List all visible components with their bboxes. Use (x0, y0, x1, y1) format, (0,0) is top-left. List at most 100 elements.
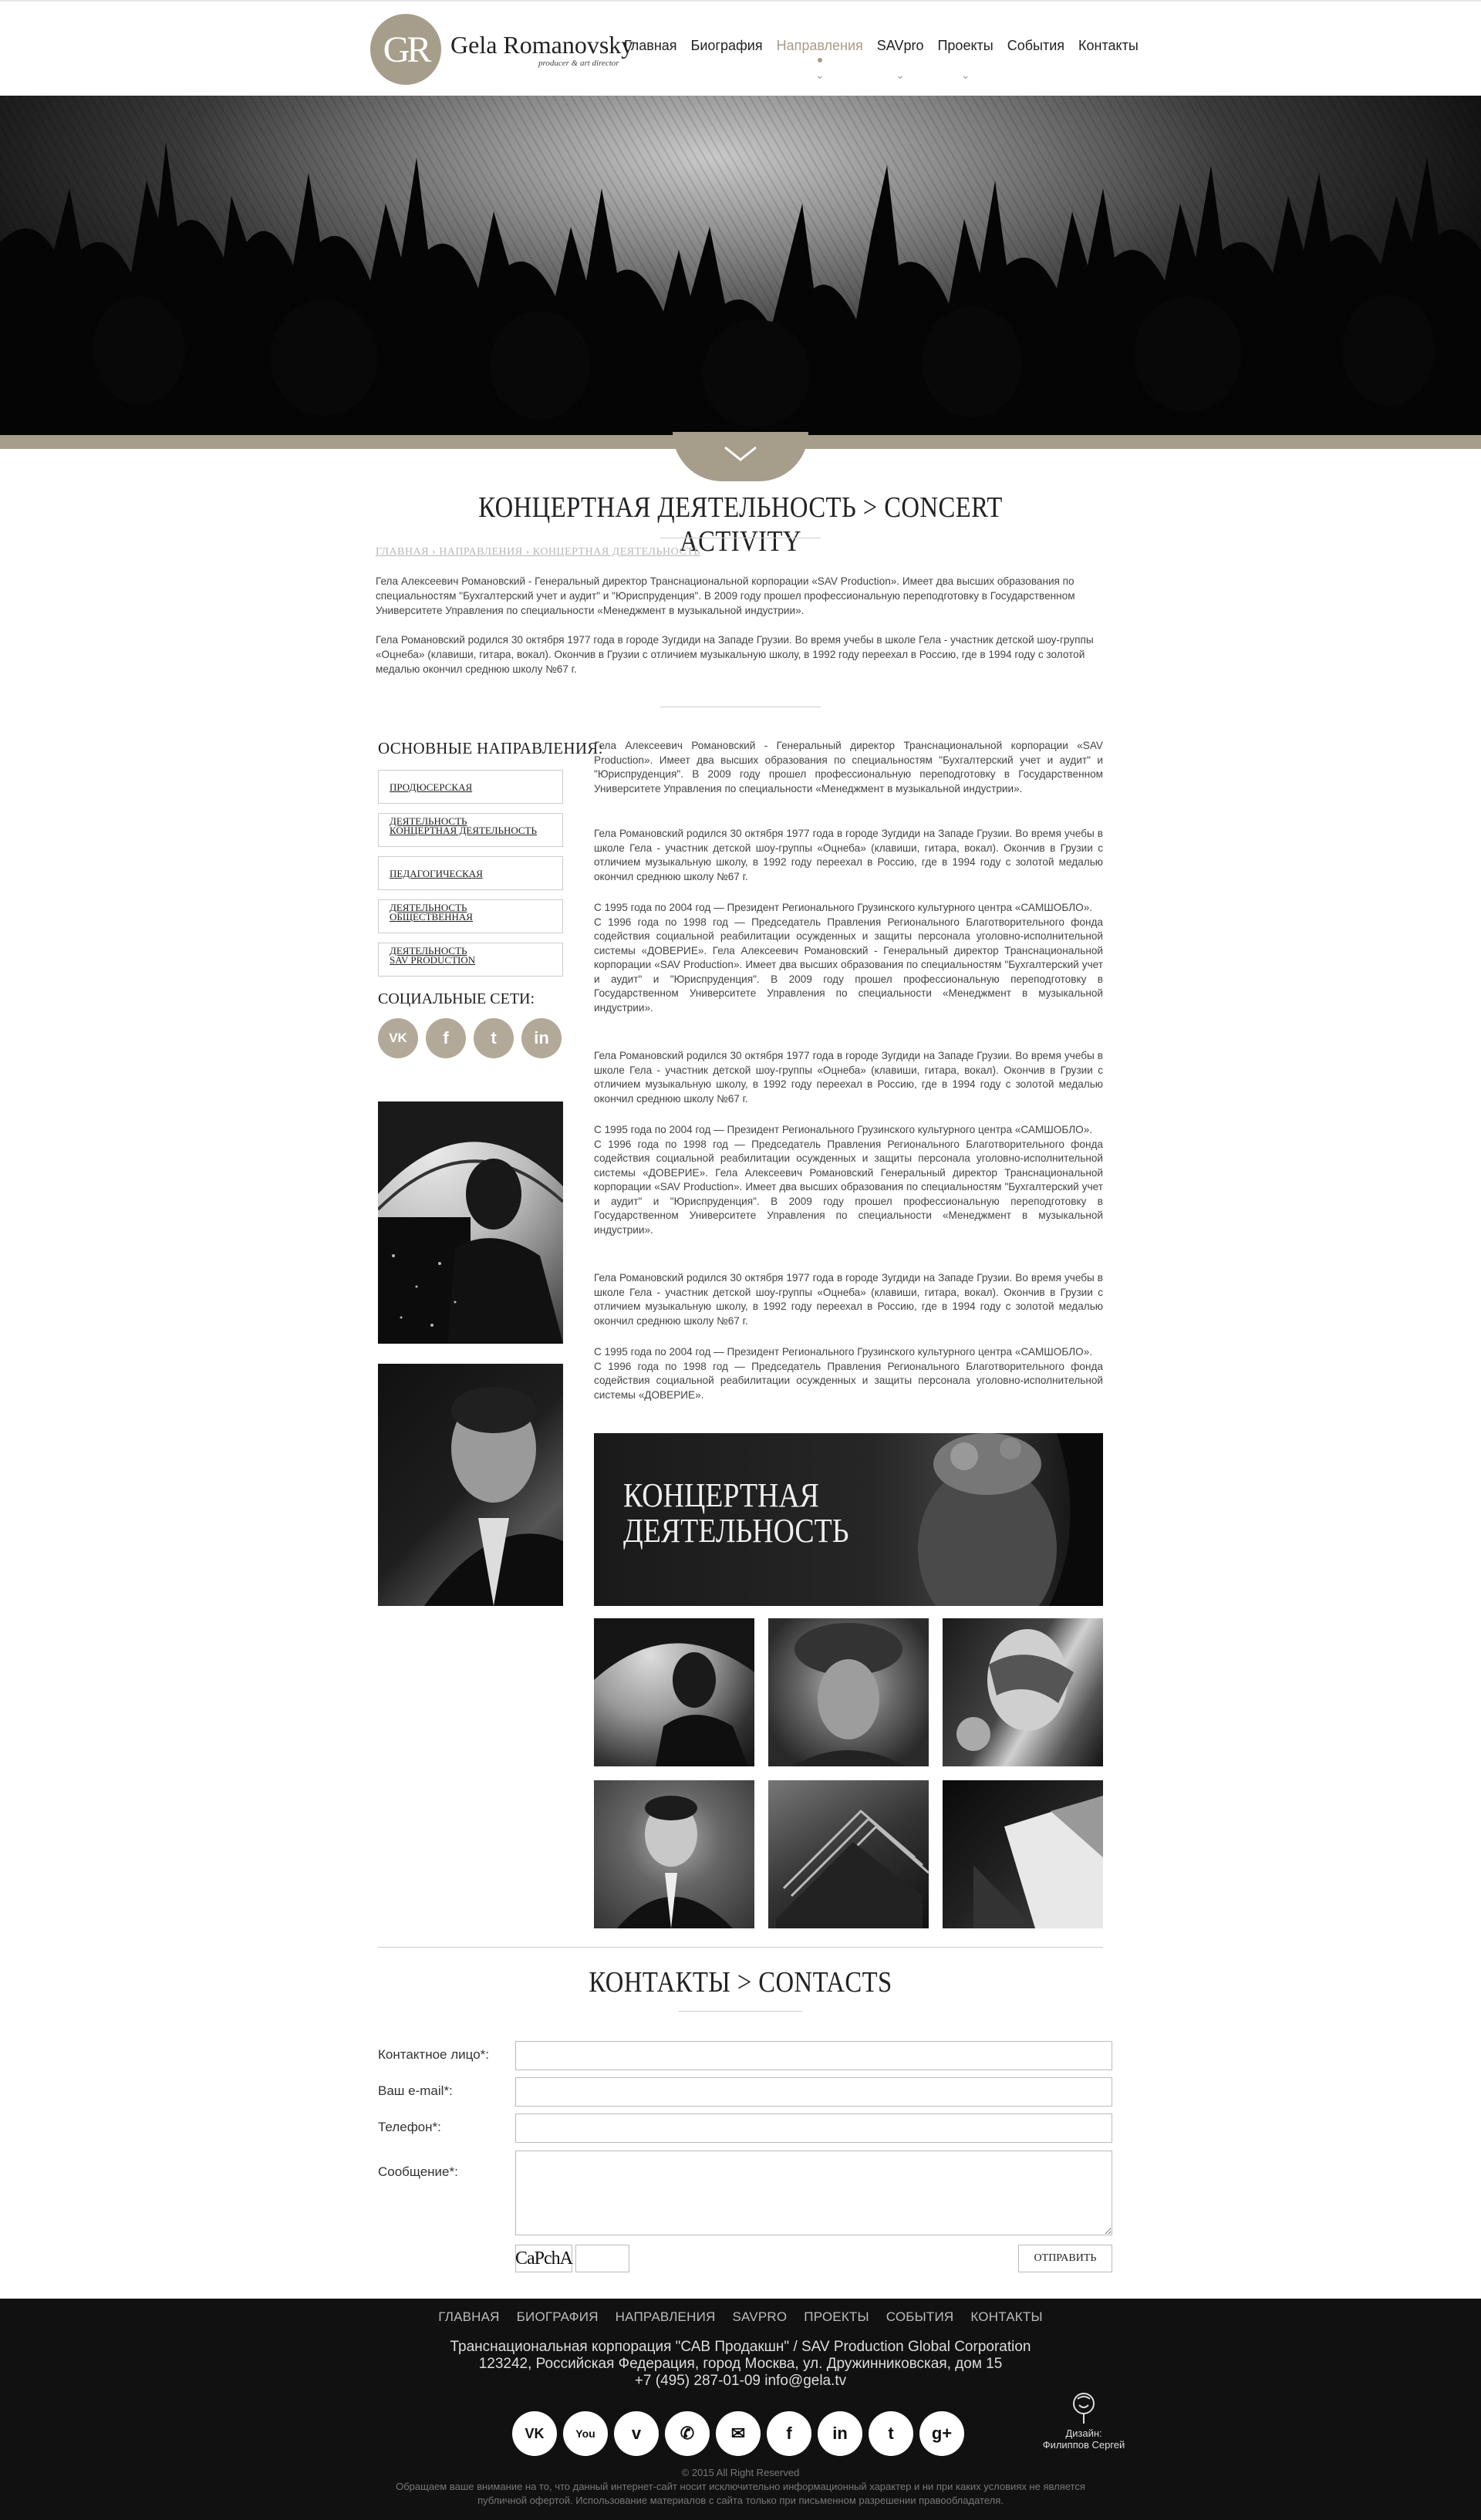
disclaimer-line-2: публичной офертой. Использование материа… (477, 2495, 1004, 2506)
photo-umbrella (378, 1101, 563, 1344)
logo-name[interactable]: Gela Romanovsky (450, 31, 633, 59)
contacts-title: КОНТАКТЫ > CONTACTS (589, 1966, 892, 1999)
vimeo-icon[interactable]: v (614, 2411, 659, 2456)
hero-concert-image (0, 96, 1481, 435)
gallery-thumb[interactable] (594, 1618, 754, 1766)
disclaimer-line-1: Обращаем ваше внимание на то, что данный… (396, 2481, 1085, 2492)
nav-contacts[interactable]: Контакты (1071, 38, 1145, 54)
nav-events[interactable]: События (1000, 38, 1071, 54)
copyright: © 2015 All Right Reserved (681, 2467, 800, 2478)
footer-address: 123242, Российская Федерация, город Моск… (478, 2356, 1003, 2372)
directions-heading: ОСНОВНЫЕ НАПРАВЛЕНИЯ: (378, 739, 603, 757)
gallery-image (956, 1629, 1074, 1751)
nav-directions-label: Направления (776, 38, 863, 53)
content-paragraph: С 1995 года по 2004 год — Президент Реги… (594, 902, 1103, 1014)
captcha-input[interactable] (575, 2245, 629, 2272)
vk-icon[interactable]: VK (378, 1018, 418, 1058)
nav-biography[interactable]: Биография (684, 38, 770, 54)
chevron-down-icon[interactable]: ⌄ (814, 69, 826, 81)
footer-nav-home[interactable]: ГЛАВНАЯ (438, 2309, 499, 2325)
send-button[interactable]: ОТПРАВИТЬ (1018, 2245, 1112, 2272)
content-paragraph: С 1995 года по 2004 год — Президент Реги… (594, 1346, 1103, 1401)
vk-icon[interactable]: VK (512, 2411, 557, 2456)
chevron-down-icon[interactable]: ⌄ (894, 69, 906, 81)
gallery-thumb[interactable] (943, 1618, 1103, 1766)
footer-nav-projects[interactable]: ПРОЕКТЫ (804, 2309, 869, 2325)
intro-paragraph: Гела Алексеевич Романовский - Генеральны… (376, 575, 1075, 616)
captcha-image: CaPchA (515, 2245, 573, 2272)
footer-nav-directions[interactable]: НАПРАВЛЕНИЯ (616, 2309, 716, 2325)
nav-projects[interactable]: Проекты ⌄ (930, 38, 1000, 81)
designer-credit[interactable]: Дизайн: Филиппов Сергей (1041, 2391, 1126, 2451)
gallery-image (617, 1796, 733, 1928)
active-dot-icon (817, 58, 822, 62)
photo-portrait (378, 1364, 563, 1606)
footer-nav-savpro[interactable]: SAVPRO (732, 2309, 787, 2325)
contact-name-label: Контактное лицо*: (378, 2047, 489, 2062)
email-input[interactable] (515, 2077, 1112, 2107)
banner-face-image (918, 1433, 1103, 1606)
designer-logo-icon (1073, 2393, 1095, 2424)
title-divider (679, 2011, 802, 2012)
twitter-icon[interactable]: t (869, 2411, 913, 2456)
direction-sav-production[interactable]: SAV PRODUCTION (378, 943, 563, 977)
direction-concert[interactable]: КОНЦЕРТНАЯ ДЕЯТЕЛЬНОСТЬ (378, 813, 563, 847)
umbrella-portrait (378, 1101, 563, 1344)
gallery-thumb[interactable] (768, 1780, 929, 1928)
message-textarea[interactable] (515, 2151, 1112, 2235)
logo-subtitle: producer & art director (538, 59, 619, 68)
footer-company: Транснациональная корпорация "САВ Продак… (450, 2339, 1031, 2355)
footer-nav-events[interactable]: СОБЫТИЯ (886, 2309, 954, 2325)
phone-icon[interactable]: ✆ (665, 2411, 710, 2456)
youtube-icon[interactable]: You (563, 2411, 608, 2456)
nav-directions[interactable]: Направления ⌄ (770, 38, 870, 81)
linkedin-icon[interactable]: in (818, 2411, 862, 2456)
logo-monogram[interactable]: GR (370, 14, 441, 85)
contact-name-input[interactable] (515, 2041, 1112, 2070)
chevron-down-icon[interactable]: ⌄ (960, 69, 972, 81)
email-label: Ваш e-mail*: (378, 2083, 453, 2098)
gallery-image (776, 1809, 929, 1928)
phone-input[interactable] (515, 2113, 1112, 2143)
footer-nav-biography[interactable]: БИОГРАФИЯ (517, 2309, 599, 2325)
banner-title: КОНЦЕРТНАЯ ДЕЯТЕЛЬНОСТЬ (623, 1476, 849, 1550)
breadcrumb[interactable]: ГЛАВНАЯ › НАПРАВЛЕНИЯ › КОНЦЕРТНАЯ ДЕЯТЕ… (376, 546, 700, 558)
gallery-thumb[interactable] (768, 1618, 929, 1766)
chevron-down-icon[interactable] (722, 444, 759, 463)
nav-savpro[interactable]: SAVpro ⌄ (870, 38, 931, 81)
content-paragraph: Гела Алексеевич Романовский - Генеральны… (594, 740, 1103, 794)
direction-pedagogical[interactable]: ПЕДАГОГИЧЕСКАЯ ДЕЯТЕЛЬНОСТЬ (378, 856, 563, 913)
content-paragraph: Гела Романовский родился 30 октября 1977… (594, 1272, 1103, 1327)
designer-label: Дизайн: (1065, 2427, 1102, 2439)
designer-name: Филиппов Сергей (1042, 2439, 1125, 2451)
direction-social[interactable]: ОБЩЕСТВЕННАЯ ДЕЯТЕЛЬНОСТЬ (378, 899, 563, 956)
man-portrait (424, 1387, 563, 1606)
contacts-divider (378, 1947, 1103, 1948)
site-header: GR Gela Romanovsky producer & art direct… (0, 0, 1481, 96)
content-paragraph: Гела Романовский родился 30 октября 1977… (594, 1050, 1103, 1105)
twitter-icon[interactable]: t (474, 1018, 514, 1058)
nav-savpro-label: SAVpro (876, 38, 924, 53)
footer-nav: ГЛАВНАЯ БИОГРАФИЯ НАПРАВЛЕНИЯ SAVPRO ПРО… (0, 2309, 1481, 2325)
gallery-thumb[interactable] (943, 1780, 1103, 1928)
mail-icon[interactable]: ✉ (716, 2411, 761, 2456)
linkedin-icon[interactable]: in (521, 1018, 562, 1058)
facebook-icon[interactable]: f (767, 2411, 811, 2456)
footer-contacts[interactable]: +7 (495) 287-01-09 info@gela.tv (0, 2373, 1481, 2390)
social-heading: СОЦИАЛЬНЫЕ СЕТИ: (378, 990, 535, 1007)
gallery-image (973, 1796, 1103, 1928)
nav-projects-label: Проекты (937, 38, 994, 53)
main-nav: Главная Биография Направления ⌄ SAVpro ⌄ П… (617, 38, 1145, 81)
gallery-image (594, 1618, 754, 1766)
content-paragraph: С 1995 года по 2004 год — Президент Реги… (594, 1124, 1103, 1236)
footer-nav-contacts[interactable]: КОНТАКТЫ (970, 2309, 1042, 2325)
gallery-thumb[interactable] (594, 1780, 754, 1928)
hero-texture (0, 96, 1481, 435)
nav-home[interactable]: Главная (617, 38, 684, 54)
direction-producer[interactable]: ПРОДЮСЕРСКАЯ ДЕЯТЕЛЬНОСТЬ (378, 770, 563, 827)
gallery-image (791, 1623, 906, 1766)
message-label: Сообщение*: (378, 2164, 458, 2179)
facebook-icon[interactable]: f (426, 1018, 466, 1058)
concert-banner: КОНЦЕРТНАЯ ДЕЯТЕЛЬНОСТЬ (594, 1433, 1103, 1606)
google-plus-icon[interactable]: g+ (919, 2411, 964, 2456)
